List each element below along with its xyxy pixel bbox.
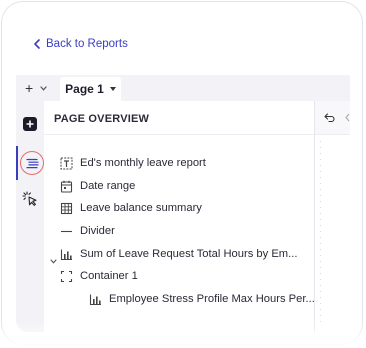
tree-item-label: Sum of Leave Request Total Hours by Em..… xyxy=(80,248,298,260)
tree-item-leave-hours-chart[interactable]: Sum of Leave Request Total Hours by Em..… xyxy=(60,245,297,263)
tree-item-label: Container 1 xyxy=(80,270,138,282)
divider xyxy=(44,134,314,135)
chevron-left-icon xyxy=(34,39,40,49)
caret-down-icon xyxy=(109,87,116,91)
tree-item-label: Divider xyxy=(80,225,115,237)
back-to-reports-label: Back to Reports xyxy=(46,38,128,50)
text-element-icon xyxy=(60,157,73,170)
top-bar: Back to Reports xyxy=(16,16,350,75)
tree-item-date-range[interactable]: Date range xyxy=(60,177,135,195)
page-overview-button[interactable] xyxy=(20,151,44,175)
page-overview-panel: PAGE OVERVIEW Ed's monthly leave report … xyxy=(44,101,315,332)
tab-page-1[interactable]: Page 1 xyxy=(60,77,121,101)
tab-label: Page 1 xyxy=(65,82,104,96)
bottom-fade xyxy=(0,320,366,348)
bar-chart-icon xyxy=(60,248,73,261)
canvas-guide xyxy=(320,141,321,326)
plus-icon xyxy=(26,120,34,128)
add-element-button[interactable] xyxy=(23,117,37,131)
page-overview-icon xyxy=(25,158,39,168)
bar-chart-icon xyxy=(89,293,102,306)
report-editor: Back to Reports + Page 1 PAGE OVERVIEW E… xyxy=(16,16,350,332)
tree-item-text[interactable]: Ed's monthly leave report xyxy=(60,154,206,172)
undo-icon[interactable] xyxy=(324,113,335,122)
tree-item-label: Employee Stress Profile Max Hours Per... xyxy=(109,293,315,305)
tree-item-label: Date range xyxy=(80,180,136,192)
page-toolbar: + Page 1 xyxy=(16,75,350,101)
calendar-icon xyxy=(60,180,73,193)
divider-icon xyxy=(60,225,73,238)
active-indicator xyxy=(16,146,18,180)
tree-item-label: Leave balance summary xyxy=(80,202,202,214)
canvas-toolbar xyxy=(315,101,350,135)
tree-item-container-1[interactable]: Container 1 xyxy=(60,267,138,285)
left-rail xyxy=(16,101,44,332)
tree-item-stress-profile-chart[interactable]: Employee Stress Profile Max Hours Per... xyxy=(89,290,315,308)
tree-item-leave-balance-summary[interactable]: Leave balance summary xyxy=(60,199,202,217)
back-to-reports-link[interactable]: Back to Reports xyxy=(33,36,128,52)
tree-item-label: Ed's monthly leave report xyxy=(80,157,206,169)
add-page-button[interactable]: + xyxy=(25,79,47,97)
table-icon xyxy=(60,202,73,215)
chevron-left-icon[interactable] xyxy=(345,113,350,122)
canvas-pane xyxy=(314,101,350,332)
container-icon xyxy=(60,270,73,283)
panel-title: PAGE OVERVIEW xyxy=(54,113,150,125)
chevron-down-icon[interactable] xyxy=(50,259,57,264)
interactions-button[interactable] xyxy=(22,191,39,208)
chevron-down-icon xyxy=(40,85,47,91)
plus-symbol: + xyxy=(25,80,34,96)
tree-item-divider[interactable]: Divider xyxy=(60,222,115,240)
interactions-cursor-icon xyxy=(22,191,37,206)
